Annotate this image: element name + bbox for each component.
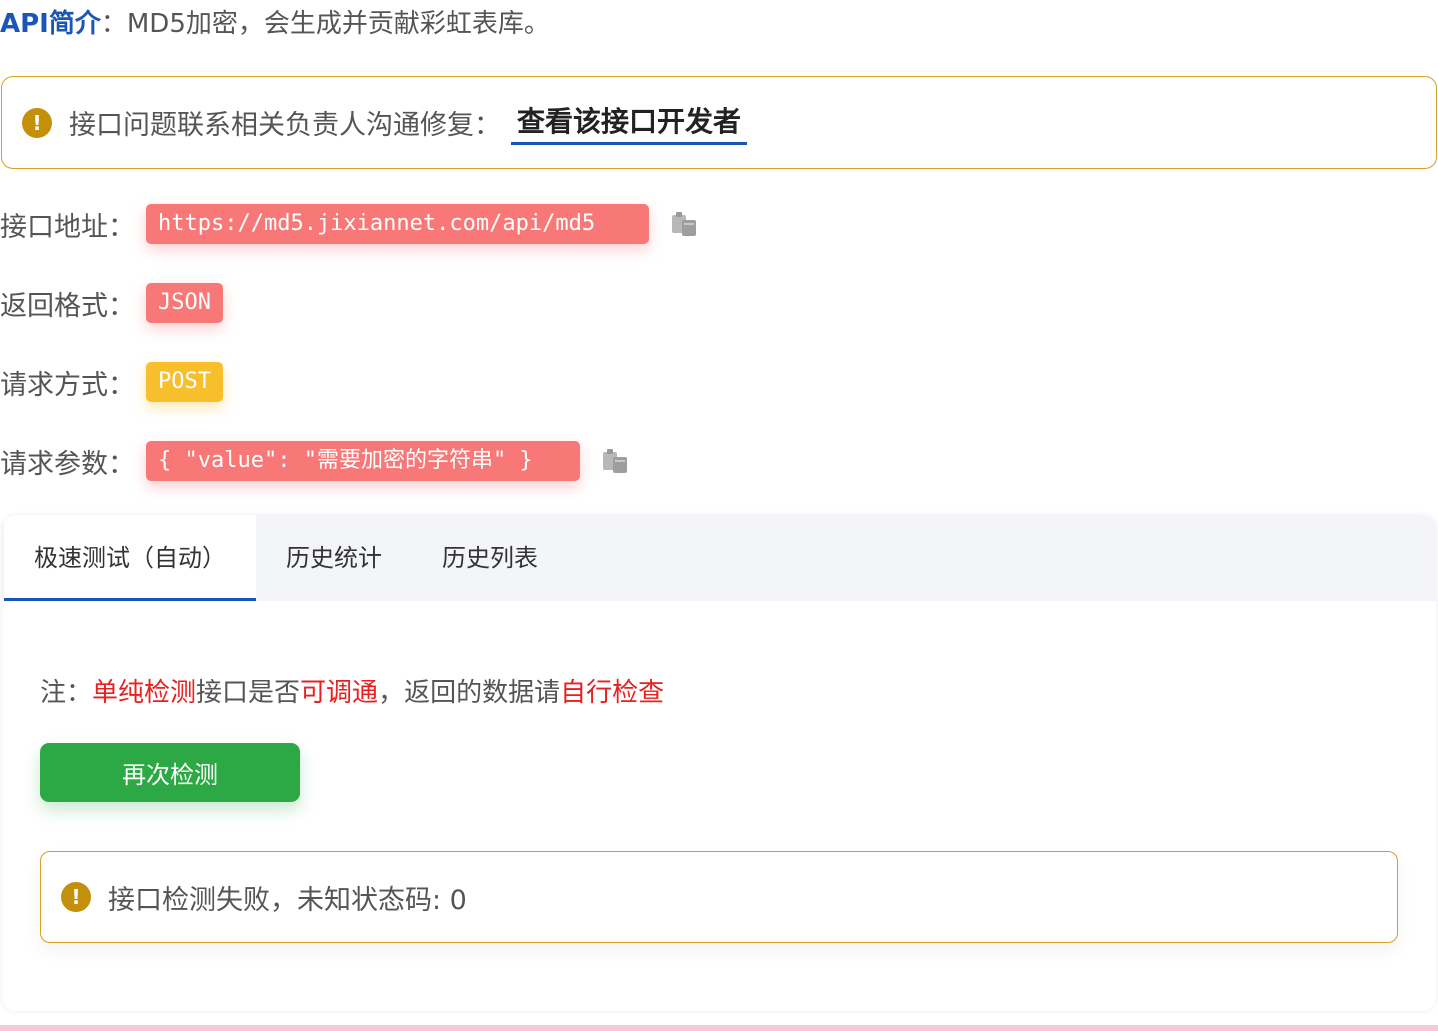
note-highlight-2: 可调通 (300, 678, 379, 708)
exclamation-circle-icon: ! (61, 882, 91, 912)
tab-bar: 极速测试（自动） 历史统计 历史列表 (2, 515, 1436, 601)
note-highlight-1: 单纯检测 (92, 678, 197, 708)
method-label: 请求方式： (0, 369, 135, 401)
tab-quick-test[interactable]: 极速测试（自动） (4, 515, 256, 601)
address-row: 接口地址： https://md5.jixiannet.com/api/md5 (0, 204, 699, 244)
tab-history-stats[interactable]: 历史统计 (272, 515, 396, 601)
api-intro: API简介：MD5加密，会生成并贡献彩虹表库。 (0, 6, 550, 42)
copy-icon[interactable] (669, 209, 699, 239)
address-label: 接口地址： (0, 211, 135, 243)
bottom-divider (0, 1025, 1438, 1031)
test-note: 注：单纯检测接口是否可调通，返回的数据请自行检查 (40, 672, 664, 709)
exclamation-circle-icon: ! (22, 107, 52, 138)
params-label: 请求参数： (0, 448, 135, 480)
api-intro-label: API简介 (0, 9, 101, 39)
params-row: 请求参数： { "value": "需要加密的字符串" } (0, 441, 630, 481)
note-mid-2: ，返回的数据请 (378, 678, 561, 708)
note-highlight-3: 自行检查 (560, 678, 665, 708)
recheck-button[interactable]: 再次检测 (40, 743, 300, 802)
api-intro-text: ：MD5加密，会生成并贡献彩虹表库。 (100, 9, 550, 39)
api-detail-page: API简介：MD5加密，会生成并贡献彩虹表库。 ! 接口问题联系相关负责人沟通修… (0, 0, 1438, 1031)
tab-history-list[interactable]: 历史列表 (428, 515, 552, 601)
format-label: 返回格式： (0, 290, 135, 322)
params-value: { "value": "需要加密的字符串" } (146, 441, 580, 481)
test-result-text: 接口检测失败，未知状态码: 0 (108, 884, 467, 916)
contact-notice: ! 接口问题联系相关负责人沟通修复： 查看该接口开发者 (1, 76, 1437, 169)
copy-icon[interactable] (600, 446, 630, 476)
method-row: 请求方式： POST (0, 362, 223, 402)
address-value: https://md5.jixiannet.com/api/md5 (146, 204, 649, 244)
notice-text: 接口问题联系相关负责人沟通修复： (69, 110, 501, 141)
test-result-box: ! 接口检测失败，未知状态码: 0 (40, 851, 1398, 943)
view-developer-link[interactable]: 查看该接口开发者 (511, 100, 748, 145)
note-mid-1: 接口是否 (196, 678, 301, 708)
format-row: 返回格式： JSON (0, 283, 223, 323)
test-panel: 极速测试（自动） 历史统计 历史列表 注：单纯检测接口是否可调通，返回的数据请自… (2, 515, 1436, 1011)
format-value: JSON (146, 283, 223, 323)
method-value: POST (146, 362, 223, 402)
note-prefix: 注： (40, 678, 93, 708)
